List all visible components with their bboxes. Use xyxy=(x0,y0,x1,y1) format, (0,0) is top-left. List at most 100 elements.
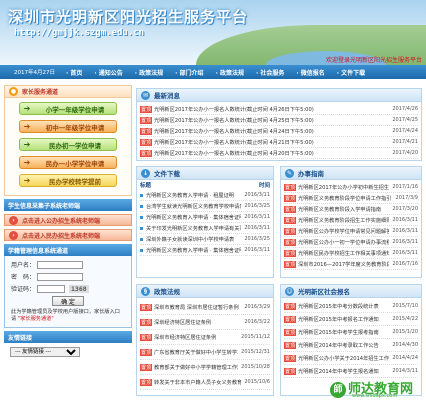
list-item[interactable]: 置顶 光明新区民办学校招生工作相关事项通知 2016/3/11 xyxy=(284,248,418,259)
list-item[interactable]: 置顶 广东省教育厅关于做好中小学生转学工作 2015/12/31 xyxy=(140,345,270,360)
button-label: 初中一年级学位申请 xyxy=(45,123,105,132)
username-input[interactable] xyxy=(37,260,83,269)
list-item[interactable]: 光明新区义务教育入学申请 · 租屋证明 2016/3/11 xyxy=(140,190,270,201)
list-item[interactable]: 置顶深圳市2016—2017学年度义务教育阶段招生2016/7/16 xyxy=(284,259,418,270)
list-item[interactable]: 置顶 深圳市教育局 深圳市居住证暂行条例 2016/3/29 xyxy=(140,300,270,315)
download-text[interactable]: 深圳外籍子女就读深圳中小学校申请表 xyxy=(146,236,241,243)
list-item[interactable]: 置顶 深圳经济特区居住证条例 2016/3/22 xyxy=(140,315,270,330)
social-date: 2015/7/10 xyxy=(392,303,418,309)
list-item[interactable]: 置顶 光明新区2015年中考学生报考指南 2015/1/20 xyxy=(284,326,418,339)
list-item[interactable]: 置顶 光明新区2015年中考报名工作通知 2015/4/22 xyxy=(284,313,418,326)
list-item[interactable]: 置顶 光明新区2017年公办小学初中新生招生工作 2017/1/16 xyxy=(284,182,418,193)
news-icon: ✉ xyxy=(141,90,150,100)
social-text[interactable]: 光明新区2015年中考分数段统计表 xyxy=(298,303,389,310)
pin-badge: 置顶 xyxy=(284,315,297,323)
news-text[interactable]: 光明新区2017年公办小一报名人数统计(截止时间 4月21日下午5:00) xyxy=(154,139,389,146)
public-teacher-link[interactable]: › 点击进入公办招生系统老师端 xyxy=(4,214,132,226)
guide-date: 2017/1/16 xyxy=(392,184,418,190)
download-text[interactable]: 光明新区义务教育入学申请 · 集体宿舍证明 xyxy=(146,247,241,254)
list-item[interactable]: 置顶 光明新区义务教育阶段学位申请工作指引 2017/3/9 xyxy=(284,193,418,204)
guide-text[interactable]: 光明新区公办学校学位申请常见问题解答 xyxy=(298,228,389,235)
list-item[interactable]: 置顶 光明新区2017年公办小一报名人数统计(截止时间 4月21日下午5:00) 2… xyxy=(140,137,418,148)
private-primary-apply-button[interactable]: ➔ 民办一小学学位申请 xyxy=(19,156,117,169)
list-item[interactable]: 置顶 光明新区2014年中考录取工作公告 2014/4/30 xyxy=(284,339,418,352)
friend-links-select[interactable]: --- 友情链接 --- xyxy=(10,347,80,357)
collect-system-title[interactable]: 学生信息采集子系统老师端 xyxy=(4,199,132,211)
guide-text[interactable]: 光明新区义务教育阶段招生工作实施细则 xyxy=(298,217,389,224)
site-title: 深圳市光明新区阳光招生服务平台 xyxy=(8,8,249,26)
guide-text[interactable]: 光明新区公办小一初一学位申请办事流程 xyxy=(298,239,389,246)
law-text[interactable]: 深圳市教育局 深圳市居住证暂行条例 xyxy=(154,304,241,311)
list-item[interactable]: 置顶 光明新区2014年中考学生报名通知 2014/3/11 xyxy=(284,365,418,378)
law-text[interactable]: 深圳经济特区居住证条例 xyxy=(154,319,241,326)
list-item[interactable]: 置顶 光明新区公办小一初一学位申请办事流程 2016/3/11 xyxy=(284,237,418,248)
password-input[interactable] xyxy=(37,272,83,281)
law-text[interactable]: 转发关于非本市户籍人员子女义务教育工作 xyxy=(154,379,241,386)
list-item[interactable]: 置顶 教育部关于做好中小学学籍管理工作通知 2015/10/28 xyxy=(140,360,270,375)
download-text[interactable]: 关于印发光明新区义务教育入学申请有关事项 xyxy=(146,225,241,232)
private-junior-apply-button[interactable]: ➔ 民办初一学位申请 xyxy=(19,138,117,151)
parent-channel-link[interactable]: "家长服务通道" xyxy=(18,316,54,322)
private-transfer-button[interactable]: ➔ 民办学校转学提前 xyxy=(19,174,117,187)
list-item[interactable]: 置顶 深圳市经济特区居住证条例 2015/11/12 xyxy=(140,330,270,345)
law-title-label: 政策法规 xyxy=(154,288,180,296)
nav-item-policy[interactable]: 政策法规 xyxy=(135,68,163,77)
news-text[interactable]: 光明新区2017年公办小一报名人数统计(截止时间 4月25日下午5:00) xyxy=(154,117,389,124)
nav-item-home[interactable]: 首页 xyxy=(66,68,82,77)
list-item[interactable]: 置顶 光明新区义务教育阶段招生工作实施细则 2016/3/11 xyxy=(284,215,418,226)
watermark-logo-icon: 師 xyxy=(330,381,346,398)
social-text[interactable]: 光明新区2015年中考报名工作通知 xyxy=(298,316,389,323)
news-text[interactable]: 光明新区2017年公办小一报名人数统计(截止时间 4月24日下午5:00) xyxy=(154,128,389,135)
list-item[interactable]: 置顶 光明新区公办小学关于2014年招生工作 2014/4/24 xyxy=(284,352,418,365)
list-item[interactable]: 置顶转发关于非本市户籍人员子女义务教育工作2015/10/6 xyxy=(140,375,270,390)
guide-text[interactable]: 光明新区2017年公办小学初中新生招生工作 xyxy=(298,184,389,191)
primary-school-apply-button[interactable]: ➔ 小学一年级学位申请 xyxy=(19,102,117,115)
private-teacher-link[interactable]: › 点击进入民办招生系统老师端 xyxy=(4,229,132,241)
news-text[interactable]: 光明新区2017年公办小一报名人数统计(截止时间 4月26日下午5:00) xyxy=(154,106,389,113)
social-title: ☺ 光明新区社会报名 xyxy=(281,285,421,298)
nav-item-notices[interactable]: 通知公告 xyxy=(94,68,123,77)
list-item[interactable]: 置顶 光明新区2015年中考分数段统计表 2015/7/10 xyxy=(284,300,418,313)
guide-date: 2017/3/9 xyxy=(395,195,418,201)
list-item[interactable]: 置顶 光明新区2017年公办小一报名人数统计(截止时间 4月24日下午5:00) 2… xyxy=(140,126,418,137)
main-nav: 2017年4月27日 首页 通知公告 政策法规 部门介绍 政策法规 社会服务 微… xyxy=(0,65,426,79)
social-text[interactable]: 光明新区2014年中考学生报名通知 xyxy=(298,368,389,375)
list-item[interactable]: 置顶 光明新区义务教育阶段入学申请指南 2017/3/20 xyxy=(284,204,418,215)
downloads-panel: ↓ 文件下载 标题 时间 光明新区义务教育入学申请 · 租屋证明 2016/3/1… xyxy=(136,166,274,278)
junior-school-apply-button[interactable]: ➔ 初中一年级学位申请 xyxy=(19,120,117,133)
law-date: 2016/3/29 xyxy=(244,304,270,310)
captcha-image[interactable]: 1368 xyxy=(69,284,89,293)
list-item[interactable]: 置顶 光明新区2017年公办小一报名人数统计(截止时间 4月26日下午5:00) 2… xyxy=(140,104,418,115)
law-text[interactable]: 广东省教育厅关于做好中小学生转学工作 xyxy=(154,349,238,356)
list-item[interactable]: 置顶 光明新区公办学校学位申请常见问题解答 2016/3/11 xyxy=(284,226,418,237)
download-text[interactable]: 台湾学生就读光明新区义务教育学校申请表 xyxy=(146,203,241,210)
download-text[interactable]: 光明新区义务教育入学申请 · 租屋证明 xyxy=(146,192,241,199)
guide-text[interactable]: 光明新区义务教育阶段入学申请指南 xyxy=(298,206,389,213)
list-item[interactable]: 关于印发光明新区义务教育入学申请有关事项 2016/3/11 xyxy=(140,223,270,234)
guide-text[interactable]: 光明新区义务教育阶段学位申请工作指引 xyxy=(298,195,393,202)
social-text[interactable]: 光明新区2014年中考录取工作公告 xyxy=(298,342,389,349)
list-item[interactable]: 光明新区义务教育入学申请 · 集体宿舍证明 2016/3/11 xyxy=(140,245,270,256)
news-text[interactable]: 光明新区2017年公办小一报名人数统计(截止时间 4月20日下午5:00) xyxy=(154,150,389,157)
download-text[interactable]: 光明新区义务教育入学申请 · 集体宿舍证明 xyxy=(146,214,241,221)
login-confirm-button[interactable]: 确 定 xyxy=(52,296,84,306)
watermark: 師师达教育网 www.shidapx.com xyxy=(330,378,413,399)
list-item[interactable]: 台湾学生就读光明新区义务教育学校申请表 2016/3/25 xyxy=(140,201,270,212)
list-item[interactable]: 深圳外籍子女就读深圳中小学校申请表 2016/3/25 xyxy=(140,234,270,245)
nav-item-social[interactable]: 社会服务 xyxy=(256,68,284,77)
nav-item-policy-2[interactable]: 政策法规 xyxy=(216,68,244,77)
list-item[interactable]: 置顶 光明新区2017年公办小一报名人数统计(截止时间 4月25日下午5:00) 2… xyxy=(140,115,418,126)
social-text[interactable]: 光明新区2015年中考学生报考指南 xyxy=(298,329,389,336)
law-text[interactable]: 深圳市经济特区居住证条例 xyxy=(154,334,238,341)
social-text[interactable]: 光明新区公办小学关于2014年招生工作 xyxy=(298,355,389,362)
guide-text[interactable]: 光明新区民办学校招生工作相关事项通知 xyxy=(298,250,389,257)
guide-text[interactable]: 深圳市2016—2017学年度义务教育阶段招生 xyxy=(298,261,389,268)
list-item[interactable]: 置顶 光明新区2017年公办小一报名人数统计(截止时间 4月20日下午5:00) 2… xyxy=(140,148,418,159)
list-item[interactable]: 光明新区义务教育入学申请 · 集体宿舍证明 2016/3/11 xyxy=(140,212,270,223)
download-date: 2016/3/25 xyxy=(244,203,270,209)
nav-item-downloads[interactable]: 文件下载 xyxy=(337,68,365,77)
nav-item-department[interactable]: 部门介绍 xyxy=(175,68,204,77)
nav-item-wechat[interactable]: 微信报名 xyxy=(296,68,325,77)
captcha-input[interactable] xyxy=(37,284,65,293)
law-text[interactable]: 教育部关于做好中小学学籍管理工作通知 xyxy=(154,364,238,371)
